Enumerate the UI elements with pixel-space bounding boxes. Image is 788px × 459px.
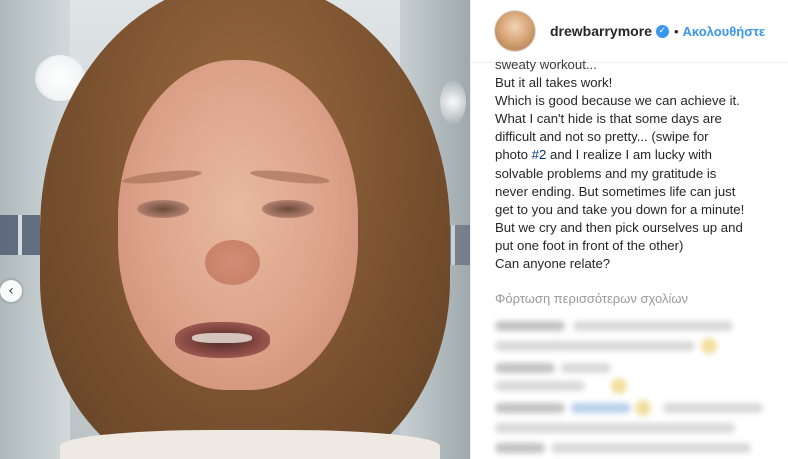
caption-line: put one foot in front of the other) [495,237,684,253]
caption-line: photo #2 and I realize I am lucky with [495,146,785,164]
follow-button[interactable]: Ακολουθήστε [683,24,766,39]
caption-line: solvable problems and my gratitude is [495,165,717,181]
post-caption: sweaty workout... But it all takes work!… [495,57,785,273]
hashtag-link[interactable]: #2 [532,147,547,162]
caption-line: difficult and not so pretty... (swipe fo… [495,129,709,145]
caption-line: Which is good because we can achieve it. [495,93,740,109]
load-more-comments-link[interactable]: Φόρτωση περισσότερων σχολίων [495,291,688,306]
post-photo [0,0,470,459]
caption-line: get to you and take you down for a minut… [495,201,745,217]
left-eye [137,200,189,218]
verified-badge-icon: ✓ [655,24,669,38]
caption-line: But it all takes work! [495,75,613,91]
caption-line: Can anyone relate? [495,256,611,272]
chevron-left-icon[interactable]: ‹ [0,280,22,302]
avatar[interactable] [494,10,536,52]
wall-light [440,80,466,124]
right-eye [262,200,314,218]
username-link[interactable]: drewbarrymore [550,23,652,39]
caption-line: What I can't hide is that some days are [495,111,722,127]
post-side-panel: drewbarrymore ✓ • Ακολουθήστε sweaty wor… [470,0,788,459]
caption-line: sweaty workout... [495,57,597,72]
shirt [60,430,440,459]
separator-dot: • [673,23,679,39]
caption-line: But we cry and then pick ourselves up an… [495,219,743,235]
caption-text: and I realize I am lucky with [546,147,712,163]
caption-line: never ending. But sometimes life can jus… [495,183,736,199]
nose [205,240,260,285]
teeth [192,333,252,343]
caption-text: photo [495,147,532,163]
post-header: drewbarrymore ✓ • Ακολουθήστε [471,0,788,63]
